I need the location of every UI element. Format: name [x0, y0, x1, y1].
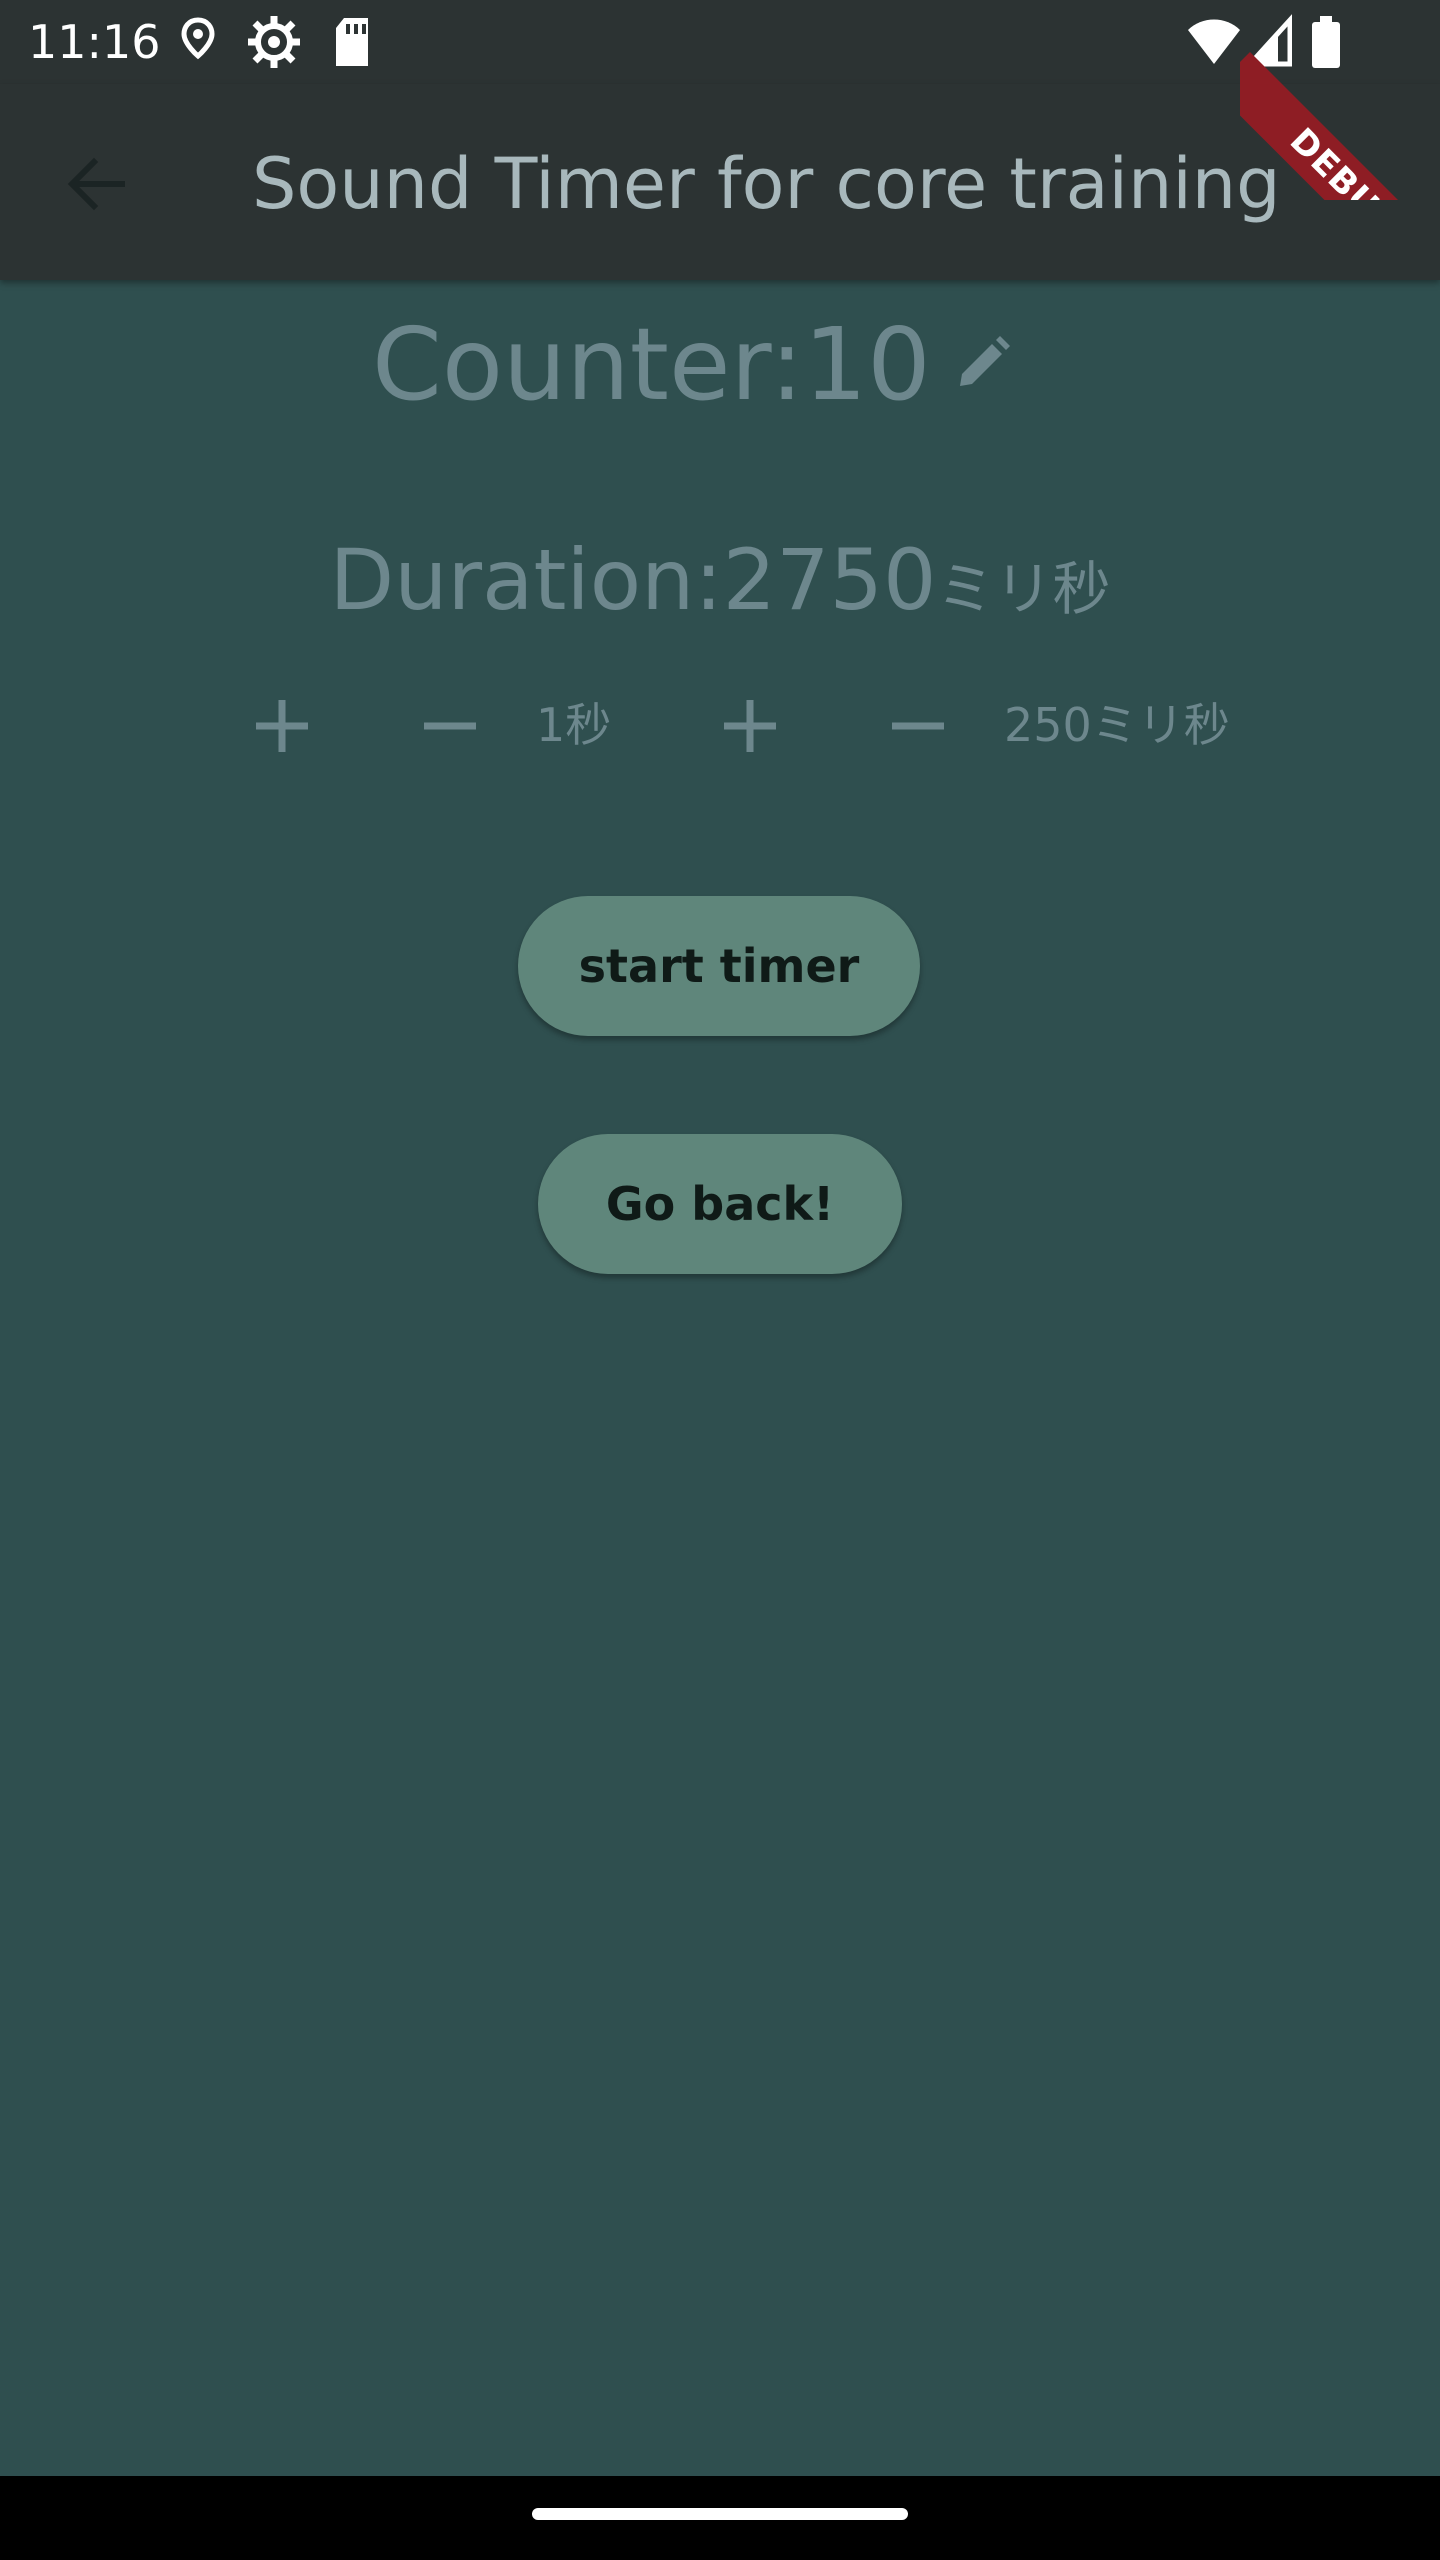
counter-label: Counter:10	[372, 306, 931, 423]
status-time: 11:16	[28, 15, 161, 69]
subtract-second-button[interactable]	[414, 690, 486, 762]
wifi-icon	[1186, 14, 1242, 74]
duration-controls: 1秒 250ミリ秒	[0, 680, 1440, 770]
go-back-button[interactable]: Go back!	[538, 1134, 902, 1274]
location-icon	[178, 14, 218, 74]
duration-value: Duration:2750	[329, 531, 937, 629]
subtract-millis-button[interactable]	[882, 690, 954, 762]
debug-banner-label: DEBUG	[1240, 52, 1440, 200]
sd-card-icon	[330, 14, 374, 74]
arrow-back-icon[interactable]	[60, 148, 132, 220]
add-second-button[interactable]	[246, 690, 318, 762]
add-millis-button[interactable]	[714, 690, 786, 762]
navigation-bar	[0, 2476, 1440, 2560]
settings-icon	[246, 14, 302, 74]
status-bar: 11:16	[0, 0, 1440, 84]
duration-unit: ミリ秒	[936, 555, 1111, 623]
home-gesture-handle[interactable]	[532, 2508, 908, 2520]
edit-icon[interactable]	[950, 332, 1014, 396]
start-timer-button[interactable]: start timer	[518, 896, 920, 1036]
debug-banner: DEBUG	[1240, 0, 1440, 200]
seconds-step-label: 1秒	[536, 698, 612, 752]
app-bar: Sound Timer for core training	[0, 84, 1440, 280]
millis-step-label: 250ミリ秒	[1004, 698, 1230, 752]
counter-row: Counter:10	[0, 300, 1440, 430]
duration-row: Duration:2750ミリ秒	[0, 520, 1440, 640]
page-title: Sound Timer for core training	[252, 143, 1281, 225]
